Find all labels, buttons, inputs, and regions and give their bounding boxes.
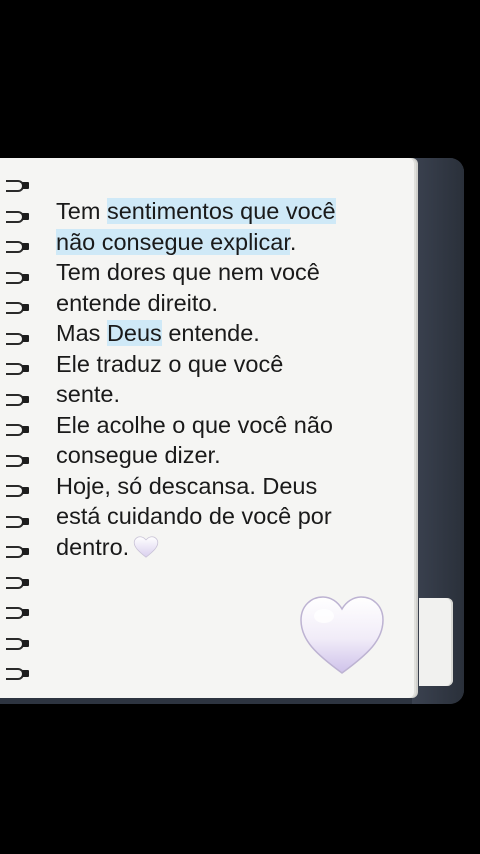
spiral-ring-icon (6, 515, 29, 528)
note-line-5-start: Mas (56, 320, 107, 346)
spiral-ring-icon (6, 241, 29, 253)
spiral-ring-icon (6, 180, 29, 192)
note-line-3: Tem dores que nem você (56, 259, 320, 285)
spiral-ring-icon (6, 424, 29, 436)
spiral-ring-icon (6, 576, 29, 589)
note-line-1-start: Tem (56, 198, 107, 224)
note-line-6: Ele traduz o que você (56, 350, 284, 377)
note-line-4: entende direito. (56, 289, 219, 316)
spiral-ring-icon (6, 546, 29, 558)
note-line-8: Ele acolhe o que você não (56, 411, 333, 438)
note-line-12: dentro. (56, 533, 130, 560)
spiral-ring-icon (6, 485, 29, 497)
spiral-ring-icon (6, 607, 29, 619)
note-line-5-end: entende. (161, 320, 260, 346)
spiral-ring-icon (6, 668, 29, 680)
spiral-ring-icon (6, 332, 29, 345)
spiral-ring-icon (6, 393, 29, 406)
large-white-heart-icon (300, 596, 384, 674)
notebook-tab (419, 598, 453, 686)
note-line-7: sente. (56, 381, 121, 407)
note-line-11: está cuidando de você por (56, 503, 332, 529)
spiral-ring-icon (6, 210, 29, 223)
note-line-9: consegue dizer. (56, 442, 221, 468)
spiral-ring-icon (6, 637, 29, 650)
white-heart-icon (133, 535, 159, 558)
note-highlight-2: não consegue explicar (56, 228, 290, 255)
spiral-ring-icon (6, 363, 29, 375)
note-line-10: Hoje, só descansa. Deus (56, 472, 318, 499)
spiral-ring-icon (6, 302, 29, 314)
spiral-ring-icon (6, 454, 29, 467)
spiral-ring-icon (6, 271, 29, 284)
note-highlight-deus: Deus (106, 320, 162, 346)
note-line-2-end: . (289, 228, 297, 255)
note-text: Tem sentimentos que você não consegue ex… (56, 196, 402, 562)
note-highlight-1: sentimentos que você (106, 198, 336, 224)
